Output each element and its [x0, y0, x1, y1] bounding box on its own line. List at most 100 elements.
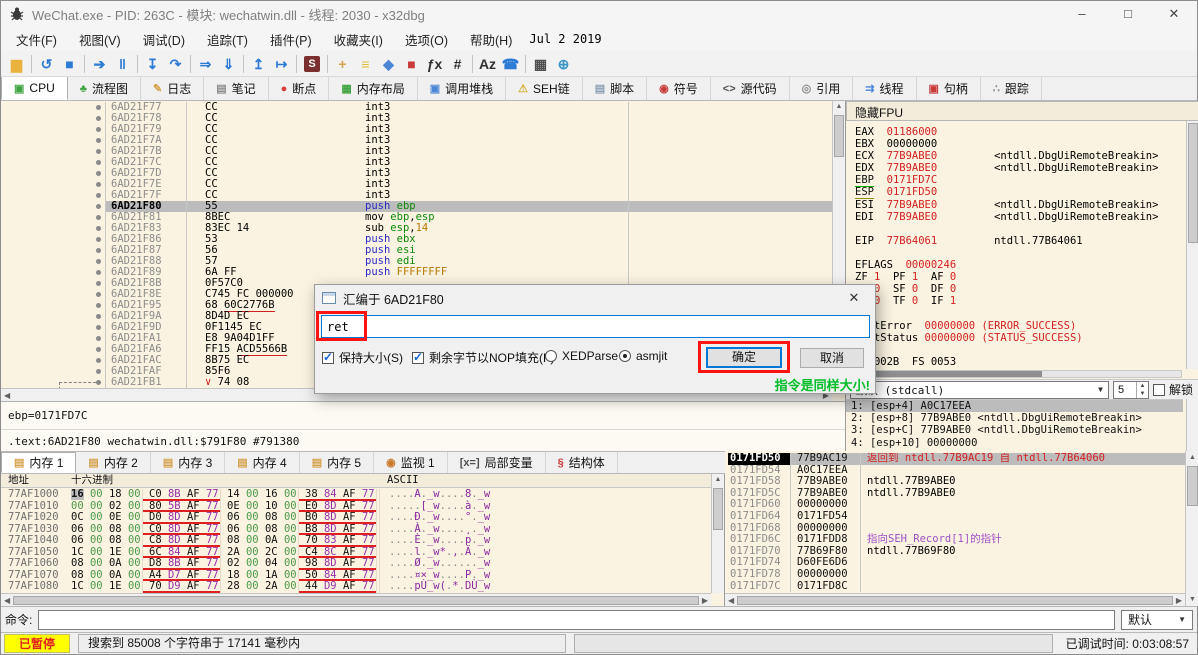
breakpoint-dot[interactable] — [96, 193, 101, 198]
menu-item[interactable]: 帮助(H) — [459, 30, 523, 49]
argument-count-stepper[interactable]: 5▲▼ — [1113, 381, 1149, 399]
arguments-scrollbar[interactable] — [1186, 399, 1198, 451]
tab-threads[interactable]: ⇉线程 — [853, 77, 916, 100]
globe-icon[interactable]: ⊕ — [552, 54, 575, 74]
tab-trace[interactable]: ∴跟踪 — [981, 77, 1042, 100]
breakpoint-dot[interactable] — [96, 215, 101, 220]
breakpoint-dot[interactable] — [96, 336, 101, 341]
attach-icon[interactable]: ☎ — [499, 54, 522, 74]
register-line[interactable] — [855, 247, 1182, 259]
menu-item[interactable]: 追踪(T) — [196, 30, 259, 49]
menu-item[interactable]: 视图(V) — [68, 30, 132, 49]
dump-horizontal-scrollbar[interactable]: ◀▶ — [1, 593, 711, 606]
tab-memory-4[interactable]: ▤内存 4 — [225, 452, 299, 473]
step-over-icon[interactable]: ↷ — [164, 54, 187, 74]
dump-vertical-scrollbar[interactable]: ▲ — [711, 474, 724, 593]
open-file-icon[interactable]: ▆ — [5, 54, 28, 74]
execute-till-return-icon[interactable]: ⇓ — [217, 54, 240, 74]
tab-memory-5[interactable]: ▤内存 5 — [300, 452, 374, 473]
menu-item[interactable]: 文件(F) — [5, 30, 68, 49]
tab-symbols[interactable]: ◉符号 — [647, 77, 711, 100]
register-line[interactable]: EBX 00000000 — [855, 138, 1182, 150]
assembly-instruction-input[interactable] — [321, 315, 870, 338]
strings-icon[interactable]: Az — [476, 54, 499, 74]
tab-memory-2[interactable]: ▤内存 2 — [76, 452, 150, 473]
ok-button[interactable]: 确定 — [706, 347, 782, 368]
breakpoint-dot[interactable] — [96, 105, 101, 110]
keep-size-checkbox[interactable]: 保持大小(S) — [322, 349, 403, 366]
breakpoint-dot[interactable] — [96, 303, 101, 308]
stop-icon[interactable]: ■ — [58, 54, 81, 74]
breakpoint-dot[interactable] — [96, 369, 101, 374]
tab-memory-map[interactable]: ▦内存布局 — [329, 77, 417, 100]
step-into-icon[interactable]: ↧ — [141, 54, 164, 74]
breakpoint-dot[interactable] — [96, 204, 101, 209]
tab-call-stack[interactable]: ▣调用堆栈 — [418, 77, 506, 100]
register-line[interactable]: CF 0 TF 0 IF 1 — [855, 295, 1182, 307]
tab-locals[interactable]: [x=]局部变量 — [448, 452, 546, 473]
labels-icon[interactable]: ◆ — [377, 54, 400, 74]
breakpoint-dot[interactable] — [96, 226, 101, 231]
stack-row[interactable]: 0171FD640171FD54 — [728, 511, 1185, 523]
stack-horizontal-scrollbar[interactable]: ◀▶ — [725, 593, 1185, 606]
tab-references[interactable]: ◎引用 — [790, 77, 854, 100]
stack-row[interactable]: 0171FD6C0171FDD8指向SEH_Record[1]的指针 — [728, 534, 1185, 546]
breakpoint-dot[interactable] — [96, 270, 101, 275]
breakpoint-dot[interactable] — [96, 237, 101, 242]
register-line[interactable]: ZF 1 PF 1 AF 0 — [855, 271, 1182, 283]
cancel-button[interactable]: 取消 — [800, 348, 864, 368]
tab-graph[interactable]: ♣流程图 — [68, 77, 141, 100]
register-line[interactable]: ESP 0171FD50 — [855, 186, 1182, 198]
register-line[interactable] — [855, 344, 1182, 356]
unlock-checkbox[interactable]: 解锁 — [1153, 381, 1195, 398]
register-line[interactable]: EDI 77B9ABE0 <ntdll.DbgUiRemoteBreakin> — [855, 211, 1182, 223]
breakpoint-dot[interactable] — [96, 281, 101, 286]
breakpoint-dot[interactable] — [96, 171, 101, 176]
minimize-button[interactable]: – — [1059, 1, 1105, 27]
xedparse-radio[interactable]: XEDParse — [545, 349, 618, 363]
register-line[interactable] — [855, 223, 1182, 235]
restart-icon[interactable]: ↺ — [35, 54, 58, 74]
breakpoint-dot[interactable] — [96, 149, 101, 154]
breakpoint-dot[interactable] — [96, 160, 101, 165]
hide-fpu-button[interactable]: 隐藏FPU — [846, 101, 1198, 121]
run-to-cursor-icon[interactable]: ⇒ — [194, 54, 217, 74]
bookmarks-icon[interactable]: ■ — [400, 54, 423, 74]
maximize-button[interactable]: □ — [1105, 1, 1151, 27]
register-line[interactable]: EFLAGS 00000246 — [855, 259, 1182, 271]
tab-cpu[interactable]: ▣CPU — [1, 77, 68, 100]
tab-memory-1[interactable]: ▤内存 1 — [1, 452, 76, 473]
register-line[interactable]: EAX 01186000 — [855, 126, 1182, 138]
register-line[interactable]: EBP 0171FD7C — [855, 174, 1182, 186]
register-line[interactable]: LastError 00000000 (ERROR_SUCCESS) — [855, 320, 1182, 332]
menu-item[interactable]: 选项(O) — [394, 30, 459, 49]
argument-row[interactable]: 2: [esp+8] 77B9ABE0 <ntdll.DbgUiRemoteBr… — [846, 412, 1183, 424]
command-input[interactable] — [38, 610, 1115, 630]
nop-fill-checkbox[interactable]: 剩余字节以NOP填充(F) — [412, 349, 554, 366]
stepper-arrows-icon[interactable]: ▲▼ — [1136, 382, 1148, 398]
run-to-user-code-icon[interactable]: ↦ — [270, 54, 293, 74]
close-button[interactable]: ✕ — [1151, 1, 1197, 27]
registers-vertical-scrollbar[interactable] — [1186, 121, 1198, 369]
tab-script[interactable]: ▤脚本 — [583, 77, 647, 100]
dump-row[interactable]: 77AF10801C 00 1E 0070 D9 AF 7728 00 2A 0… — [1, 581, 711, 593]
registers-horizontal-scrollbar[interactable] — [848, 370, 1182, 378]
run-icon[interactable]: ➔ — [88, 54, 111, 74]
tab-memory-3[interactable]: ▤内存 3 — [151, 452, 225, 473]
register-line[interactable]: ESI 77B9ABE0 <ntdll.DbgUiRemoteBreakin> — [855, 199, 1182, 211]
breakpoint-dot[interactable] — [96, 127, 101, 132]
register-line[interactable] — [855, 307, 1182, 319]
step-out-icon[interactable]: ↥ — [247, 54, 270, 74]
argument-row[interactable]: 1: [esp+4] A0C17EEA — [846, 400, 1183, 412]
asmjit-radio[interactable]: asmjit — [619, 349, 667, 363]
menu-item[interactable]: 插件(P) — [259, 30, 323, 49]
stack-row[interactable]: 0171FD7C0171FD8C — [728, 581, 1185, 593]
calling-convention-select[interactable]: 默认 (stdcall)▼ — [850, 381, 1109, 399]
breakpoint-dot[interactable] — [96, 325, 101, 330]
memory-dump-pane[interactable]: 地址 十六进制 ASCII 77AF100016 00 18 00C0 8B A… — [1, 474, 725, 606]
register-line[interactable]: ECX 77B9ABE0 <ntdll.DbgUiRemoteBreakin> — [855, 150, 1182, 162]
stack-pane[interactable]: 0171FD5077B9AC19返回到 ntdll.77B9AC19 自 ntd… — [725, 451, 1198, 606]
command-profile-select[interactable]: 默认▼ — [1121, 610, 1193, 630]
calculator-icon[interactable]: ▦ — [529, 54, 552, 74]
tab-log[interactable]: ✎日志 — [141, 77, 204, 100]
